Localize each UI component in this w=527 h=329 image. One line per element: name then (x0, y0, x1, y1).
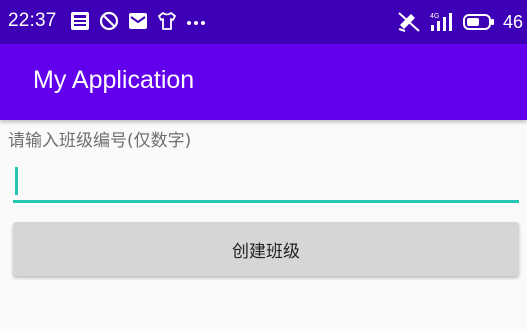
more-dots-icon (187, 21, 205, 25)
mail-icon (129, 13, 147, 29)
create-class-button[interactable]: 创建班级 (13, 222, 519, 276)
do-not-disturb-icon (99, 11, 119, 31)
battery-icon (462, 14, 494, 30)
mute-icon (398, 12, 420, 32)
input-underline (13, 200, 519, 203)
status-icons-left (70, 11, 206, 31)
app-title: My Application (33, 66, 195, 94)
class-number-input[interactable] (13, 160, 519, 200)
class-number-hint: 请输入班级编号(仅数字) (8, 131, 192, 151)
battery-level: 46 (502, 11, 523, 32)
text-cursor (15, 167, 18, 195)
signal-4g-icon: 4G (430, 13, 452, 31)
app-bar: My Application (0, 44, 527, 120)
class-number-field[interactable] (13, 160, 519, 204)
status-time: 22:37 (8, 10, 57, 31)
status-icons-right: 4G 46 (397, 11, 523, 33)
news-icon (71, 12, 89, 30)
status-bar: 22:37 4G 46 (0, 0, 527, 44)
shirt-icon (158, 12, 176, 30)
svg-text:4G: 4G (430, 13, 439, 20)
